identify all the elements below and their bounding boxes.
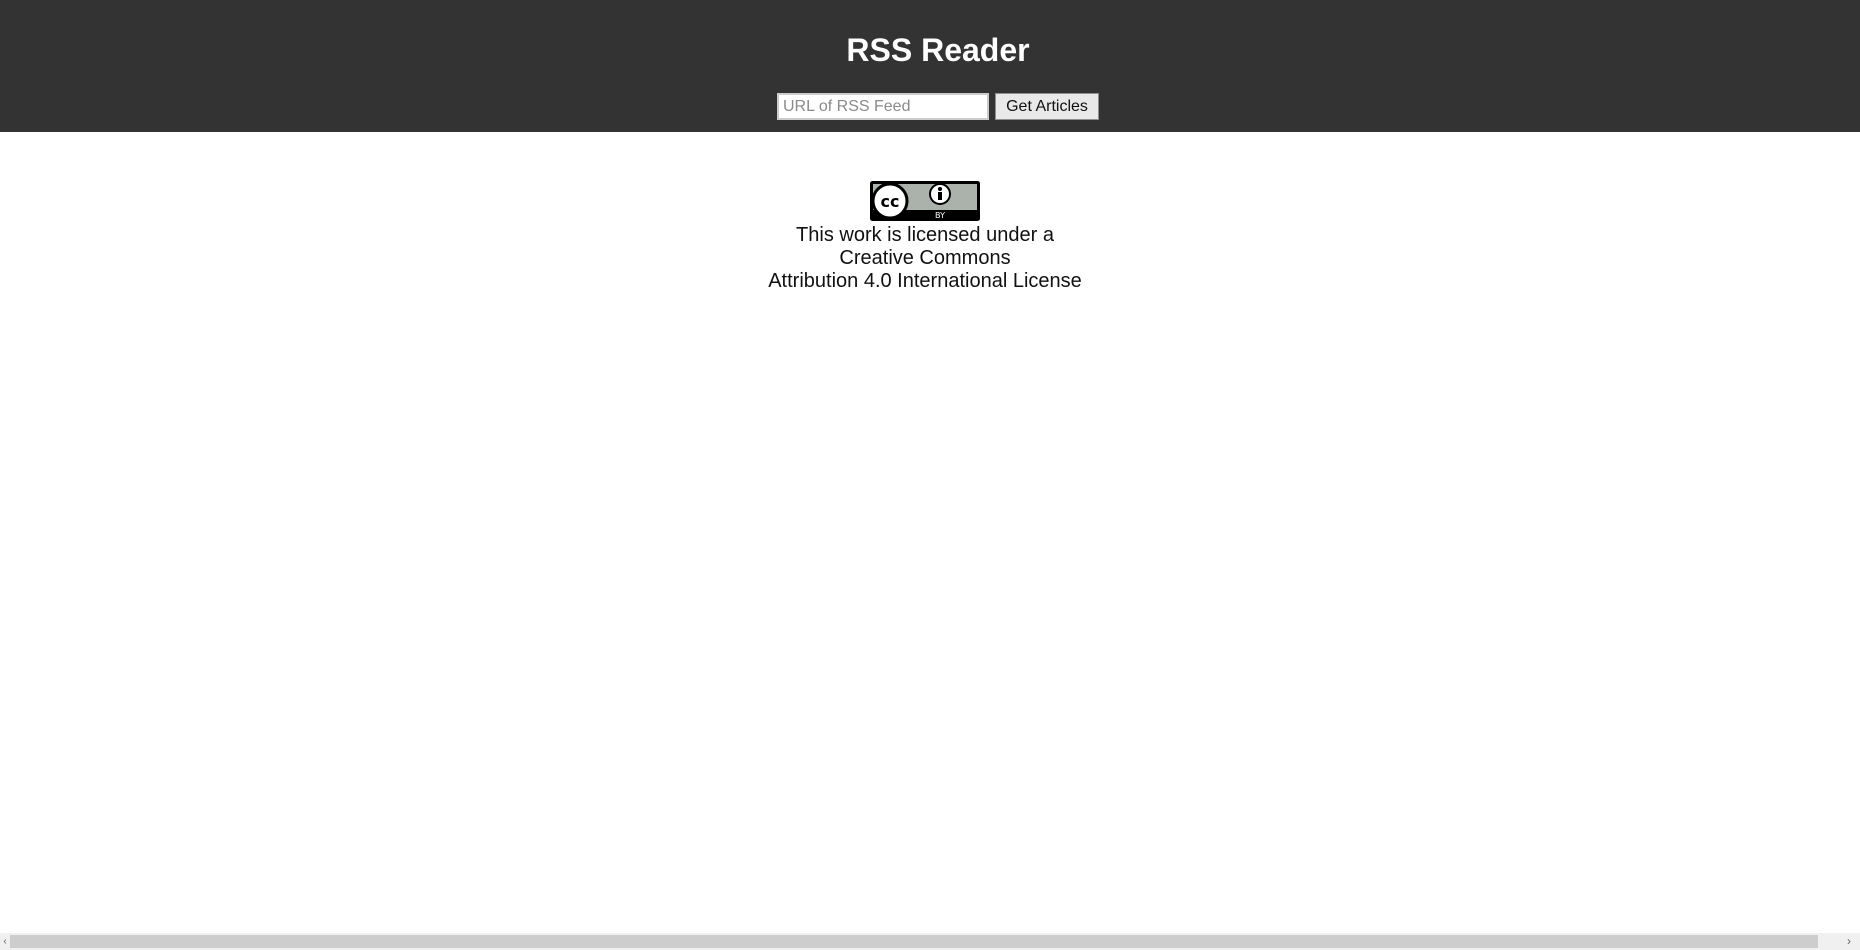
scroll-right-arrow-icon[interactable]: › — [1838, 933, 1860, 950]
app-header: RSS Reader Get Articles — [0, 0, 1860, 132]
cc-by-badge-icon: cc BY — [870, 181, 980, 221]
page-title: RSS Reader — [846, 32, 1030, 68]
license-section: cc BY This work is licensed under a Crea… — [0, 181, 1850, 293]
license-link[interactable]: Attribution 4.0 International License — [0, 270, 1850, 293]
cc-license-badge-link[interactable]: cc BY — [870, 181, 980, 221]
scrollbar-thumb[interactable] — [10, 935, 1818, 948]
license-text: This work is licensed under a Creative C… — [0, 224, 1850, 293]
license-link[interactable]: Creative Commons — [0, 247, 1850, 270]
get-articles-button[interactable]: Get Articles — [995, 93, 1099, 120]
license-line: This work is licensed under a — [796, 224, 1054, 246]
scroll-left-arrow-icon[interactable]: ‹ — [0, 933, 10, 950]
horizontal-scrollbar[interactable]: ‹ › — [0, 933, 1860, 950]
svg-text:cc: cc — [881, 192, 900, 211]
svg-text:BY: BY — [935, 211, 945, 220]
rss-url-input[interactable] — [777, 93, 989, 120]
